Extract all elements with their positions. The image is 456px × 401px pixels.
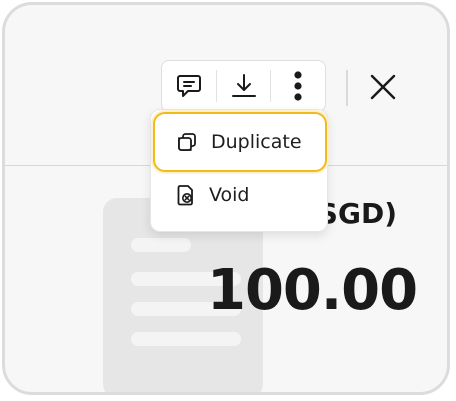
- close-icon: [370, 74, 396, 100]
- invoice-panel: (SGD) 100.00 Duplicate Void: [2, 2, 450, 395]
- download-icon: [231, 74, 256, 97]
- duplicate-icon: [175, 130, 199, 154]
- chat-bubble-icon: [176, 75, 201, 97]
- action-toolbar: [161, 60, 326, 112]
- download-button[interactable]: [217, 61, 271, 111]
- total-amount: 100.00: [207, 258, 418, 323]
- menu-item-void[interactable]: Void: [151, 166, 327, 224]
- comment-button[interactable]: [162, 61, 216, 111]
- more-options-button[interactable]: [271, 61, 325, 111]
- toolbar-divider: [346, 70, 348, 106]
- menu-item-label: Void: [209, 184, 250, 206]
- more-options-menu: Duplicate Void: [150, 109, 328, 232]
- close-button[interactable]: [365, 69, 401, 105]
- void-icon: [173, 183, 197, 207]
- menu-item-label: Duplicate: [211, 131, 302, 153]
- more-vertical-icon: [294, 71, 302, 101]
- menu-item-duplicate[interactable]: Duplicate: [153, 112, 327, 172]
